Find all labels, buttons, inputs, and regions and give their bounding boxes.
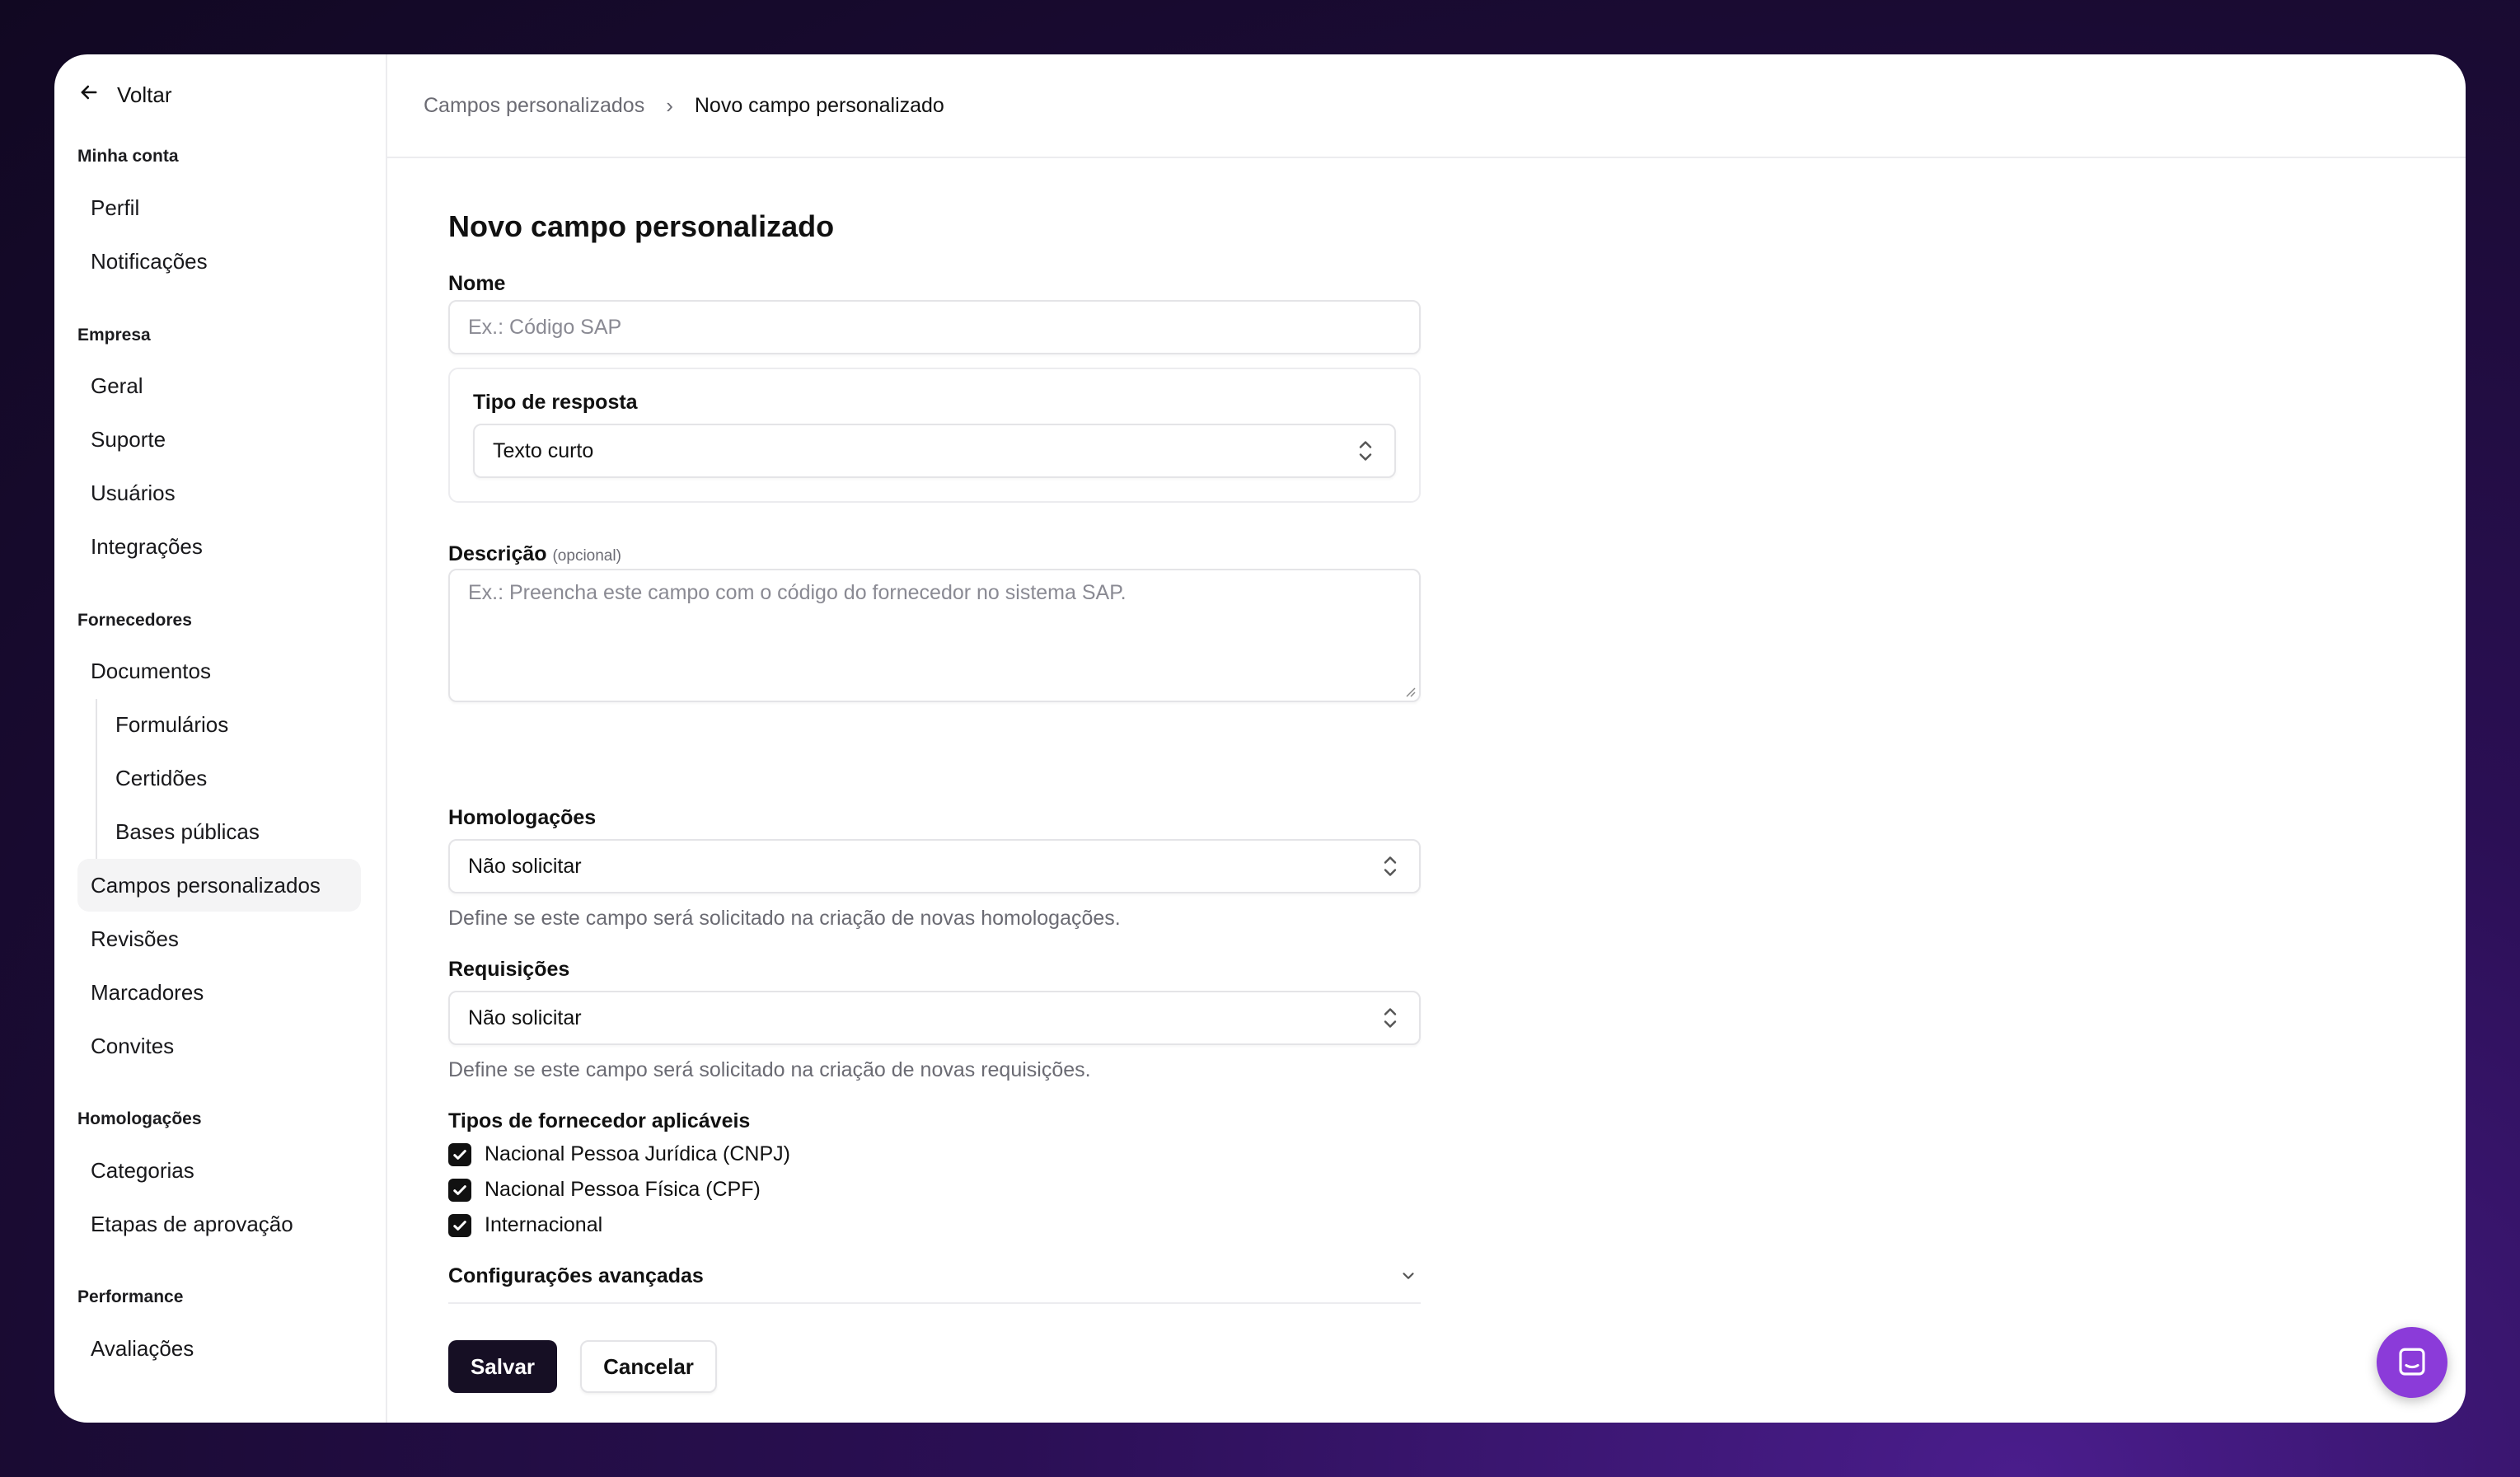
sidebar-item-revisoes[interactable]: Revisões <box>77 912 361 965</box>
back-label: Voltar <box>117 82 172 107</box>
chevron-up-down-icon <box>1384 1008 1397 1028</box>
sidebar-item-integracoes[interactable]: Integrações <box>77 520 361 573</box>
checkbox-internacional-label: Internacional <box>485 1213 603 1236</box>
sidebar-item-marcadores[interactable]: Marcadores <box>77 966 361 1019</box>
section-heading-minha-conta: Minha conta <box>77 147 179 166</box>
app-window: Voltar Minha conta Perfil Notificações E… <box>54 54 2466 1423</box>
sidebar-item-documentos[interactable]: Documentos <box>77 645 361 697</box>
homologacoes-helper: Define se este campo será solicitado na … <box>448 907 1121 930</box>
homologacoes-select[interactable]: Não solicitar <box>448 839 1421 893</box>
requisicoes-label: Requisições <box>448 958 570 981</box>
sidebar-item-etapas-de-aprovacao[interactable]: Etapas de aprovação <box>77 1198 361 1250</box>
tipo-resposta-label: Tipo de resposta <box>473 391 638 414</box>
sidebar-item-categorias[interactable]: Categorias <box>77 1144 361 1197</box>
chevron-down-icon <box>1403 1273 1414 1279</box>
descricao-label-text: Descrição <box>448 542 547 565</box>
chat-launcher-button[interactable] <box>2377 1327 2447 1398</box>
checkbox-internacional[interactable]: Internacional <box>448 1213 602 1237</box>
breadcrumb: Campos personalizados › Novo campo perso… <box>387 54 2466 158</box>
section-heading-fornecedores: Fornecedores <box>77 611 192 630</box>
checkbox-cnpj-label: Nacional Pessoa Jurídica (CNPJ) <box>485 1142 790 1165</box>
nome-label: Nome <box>448 272 506 295</box>
nome-input[interactable]: Ex.: Código SAP <box>448 300 1421 354</box>
sidebar-item-certidoes[interactable]: Certidões <box>77 752 361 804</box>
section-heading-empresa: Empresa <box>77 326 151 345</box>
resize-grip-icon[interactable] <box>1403 684 1416 697</box>
sidebar-item-usuarios[interactable]: Usuários <box>77 467 361 519</box>
advanced-settings-label: Configurações avançadas <box>448 1264 704 1287</box>
sidebar-item-notificacoes[interactable]: Notificações <box>77 235 361 288</box>
sidebar-item-formularios[interactable]: Formulários <box>77 698 361 751</box>
sidebar-item-avaliacoes[interactable]: Avaliações <box>77 1322 361 1375</box>
arrow-left-icon <box>77 81 101 110</box>
chat-bubble-icon <box>2399 1348 2425 1376</box>
check-icon[interactable] <box>448 1178 471 1202</box>
tipo-resposta-card: Tipo de resposta Texto curto <box>448 368 1421 503</box>
checkbox-cpf[interactable]: Nacional Pessoa Física (CPF) <box>448 1178 761 1202</box>
requisicoes-helper: Define se este campo será solicitado na … <box>448 1058 1091 1081</box>
save-button[interactable]: Salvar <box>448 1340 557 1393</box>
nome-placeholder: Ex.: Código SAP <box>468 315 622 339</box>
requisicoes-value: Não solicitar <box>468 1006 582 1029</box>
descricao-optional-tag: (opcional) <box>552 547 621 565</box>
checkbox-cnpj[interactable]: Nacional Pessoa Jurídica (CNPJ) <box>448 1142 790 1166</box>
sidebar-item-perfil[interactable]: Perfil <box>77 181 361 234</box>
chevron-up-down-icon <box>1384 856 1397 876</box>
settings-sidebar: Voltar Minha conta Perfil Notificações E… <box>54 54 387 1423</box>
descricao-textarea[interactable]: Ex.: Preencha este campo com o código do… <box>448 569 1421 702</box>
sidebar-item-geral[interactable]: Geral <box>77 359 361 412</box>
homologacoes-label: Homologações <box>448 806 597 829</box>
tipo-resposta-select[interactable]: Texto curto <box>473 424 1396 478</box>
back-link[interactable]: Voltar <box>77 81 172 110</box>
breadcrumb-parent-link[interactable]: Campos personalizados <box>424 94 644 118</box>
sidebar-item-bases-publicas[interactable]: Bases públicas <box>77 805 361 858</box>
page-title: Novo campo personalizado <box>448 209 835 243</box>
advanced-settings-toggle[interactable]: Configurações avançadas <box>448 1250 1421 1304</box>
check-icon[interactable] <box>448 1213 471 1237</box>
chevron-right-icon: › <box>666 92 673 118</box>
tipos-fornecedor-label: Tipos de fornecedor aplicáveis <box>448 1109 751 1132</box>
homologacoes-value: Não solicitar <box>468 854 582 878</box>
descricao-placeholder: Ex.: Preencha este campo com o código do… <box>468 581 1127 604</box>
tipo-resposta-value: Texto curto <box>493 438 594 462</box>
checkbox-cpf-label: Nacional Pessoa Física (CPF) <box>485 1178 761 1201</box>
cancel-button[interactable]: Cancelar <box>580 1340 717 1393</box>
section-heading-homologacoes: Homologações <box>77 1109 202 1128</box>
descricao-label: Descrição (opcional) <box>448 542 621 566</box>
chevron-up-down-icon <box>1359 441 1372 461</box>
breadcrumb-current: Novo campo personalizado <box>694 93 944 117</box>
main-content: Campos personalizados › Novo campo perso… <box>387 54 2466 1423</box>
sidebar-item-suporte[interactable]: Suporte <box>77 413 361 466</box>
sidebar-item-campos-personalizados[interactable]: Campos personalizados <box>77 859 361 912</box>
sidebar-item-convites[interactable]: Convites <box>77 1020 361 1072</box>
requisicoes-select[interactable]: Não solicitar <box>448 991 1421 1045</box>
check-icon[interactable] <box>448 1142 471 1166</box>
section-heading-performance: Performance <box>77 1287 184 1306</box>
